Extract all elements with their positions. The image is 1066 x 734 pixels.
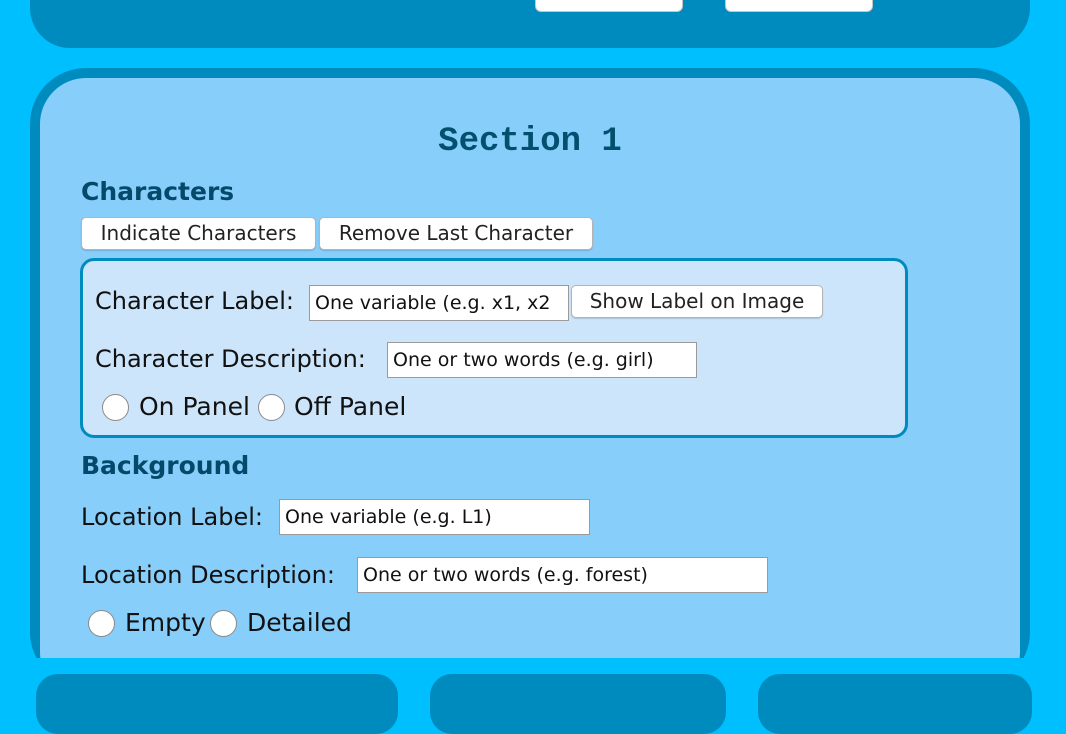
remove-last-character-button[interactable]: Remove Last Character (319, 217, 593, 250)
on-panel-label: On Panel (139, 392, 250, 421)
top-panel-button[interactable] (535, 0, 683, 12)
location-description-input[interactable]: One or two words (e.g. forest) (357, 557, 768, 593)
character-label-input[interactable]: One variable (e.g. x1, x2 (309, 285, 569, 321)
empty-radio[interactable] (88, 610, 115, 637)
empty-label: Empty (125, 608, 206, 637)
location-label-input[interactable]: One variable (e.g. L1) (279, 499, 590, 535)
background-heading: Background (81, 451, 250, 480)
next-panel (36, 674, 398, 734)
character-description-text: Character Description: (95, 345, 366, 373)
top-panel-button[interactable] (725, 0, 873, 12)
character-description-input[interactable]: One or two words (e.g. girl) (387, 342, 697, 378)
location-label-text: Location Label: (81, 503, 263, 531)
location-description-text: Location Description: (81, 561, 335, 589)
next-panel (430, 674, 726, 734)
characters-heading: Characters (81, 177, 235, 206)
on-panel-radio[interactable] (102, 394, 129, 421)
detailed-label: Detailed (247, 608, 352, 637)
indicate-characters-button[interactable]: Indicate Characters (81, 217, 316, 250)
off-panel-label: Off Panel (294, 392, 407, 421)
character-label-text: Character Label: (95, 287, 294, 315)
detailed-radio[interactable] (210, 610, 237, 637)
next-panel (758, 674, 1032, 734)
show-label-on-image-button[interactable]: Show Label on Image (571, 285, 823, 318)
off-panel-radio[interactable] (258, 394, 285, 421)
top-panel (30, 0, 1030, 48)
section-title: Section 1 (438, 123, 622, 161)
